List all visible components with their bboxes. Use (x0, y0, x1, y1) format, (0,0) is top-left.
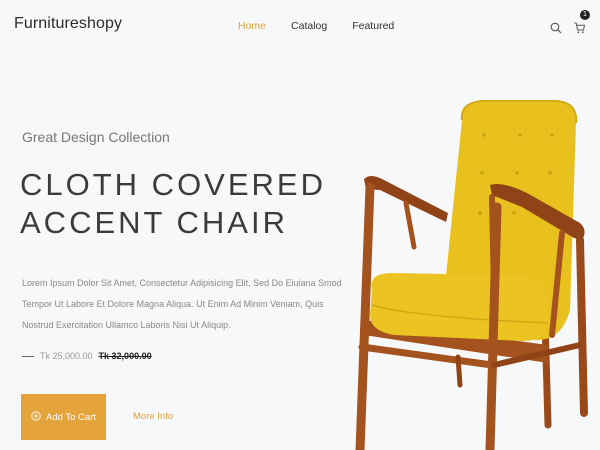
hero-description: Lorem Ipsum Dolor Sit Amet, Consectetur … (22, 278, 342, 330)
price-old: Tk 32,000.00 (98, 351, 152, 361)
site-logo[interactable]: Furnitureshopy (14, 15, 122, 33)
nav-catalog[interactable]: Catalog (291, 20, 327, 32)
nav-featured[interactable]: Featured (352, 20, 394, 32)
hero-headline-line1: CLOTH COVERED (20, 167, 326, 202)
add-to-cart-label: Add To Cart (46, 411, 96, 423)
hero-subtitle: Great Design Collection (22, 129, 170, 145)
more-info-link[interactable]: More Info (133, 411, 173, 422)
price-current: Tk 25,000.00 (40, 351, 93, 361)
hero-headline: CLOTH COVERED ACCENT CHAIR (20, 166, 326, 242)
site-header: Furnitureshopy Home Catalog Featured 1 (0, 0, 600, 56)
cart-icon[interactable] (574, 21, 586, 39)
plus-circle-icon (31, 410, 41, 424)
price-row: Tk 25,000.00 Tk 32,000.00 (22, 351, 152, 361)
search-icon[interactable] (550, 21, 562, 39)
add-to-cart-button[interactable]: Add To Cart (21, 394, 106, 440)
cart-count-badge: 1 (580, 10, 590, 20)
nav-home[interactable]: Home (238, 20, 266, 32)
hero-headline-line2: ACCENT CHAIR (20, 205, 288, 240)
price-dash (22, 355, 34, 357)
main-nav: Home Catalog Featured (238, 20, 394, 32)
chair-image (355, 100, 588, 450)
